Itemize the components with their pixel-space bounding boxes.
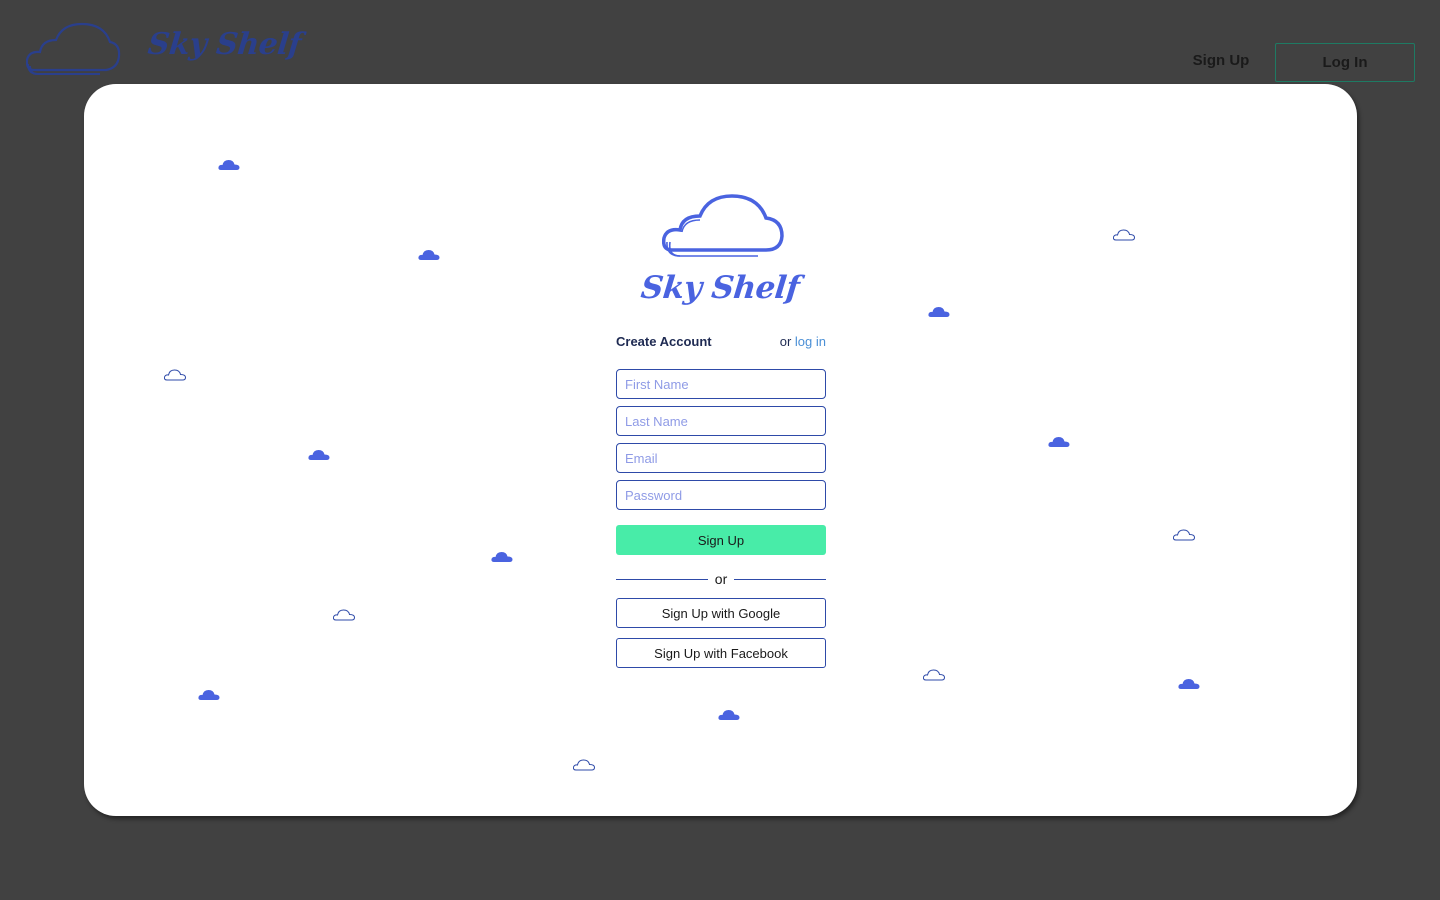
first-name-field[interactable] [616, 369, 826, 399]
cloud-filled-icon [1178, 679, 1200, 689]
nav-signup-button[interactable]: Sign Up [1176, 44, 1266, 78]
brand-name: Sky Shelf [146, 26, 303, 62]
cloud-outline-icon [333, 609, 355, 621]
cloud-outline-icon [164, 369, 186, 381]
signup-card: Sky Shelf Create Account or log in Sign … [84, 84, 1357, 816]
login-link[interactable]: log in [795, 334, 826, 349]
or-divider: or [616, 571, 827, 587]
last-name-field[interactable] [616, 406, 826, 436]
divider-text: or [714, 571, 728, 587]
cloud-outline-icon [1173, 529, 1195, 541]
email-field[interactable] [616, 443, 826, 473]
cloud-filled-icon [418, 250, 440, 260]
nav-login-button[interactable]: Log In [1275, 43, 1415, 82]
cloud-outline-icon [573, 759, 595, 771]
cloud-filled-icon [308, 450, 330, 460]
cloud-outline-icon [1113, 229, 1135, 241]
cloud-filled-icon [218, 160, 240, 170]
cloud-filled-icon [928, 307, 950, 317]
form-header: Create Account or log in [616, 334, 826, 354]
signup-button[interactable]: Sign Up [616, 525, 826, 555]
form-title: Create Account [616, 334, 712, 349]
cloud-outline-icon [923, 669, 945, 681]
signup-form: Create Account or log in Sign Up or Sign… [616, 334, 827, 668]
cloud-filled-icon [491, 552, 513, 562]
or-login-text: or log in [780, 334, 826, 349]
cloud-filled-icon [198, 690, 220, 700]
cloud-logo-icon [26, 22, 121, 75]
brand[interactable]: Sky Shelf [26, 18, 303, 78]
divider-line-right [734, 578, 827, 580]
google-signup-button[interactable]: Sign Up with Google [616, 598, 826, 628]
facebook-signup-button[interactable]: Sign Up with Facebook [616, 638, 826, 668]
password-field[interactable] [616, 480, 826, 510]
divider-line-left [616, 578, 708, 580]
hero-title: Sky Shelf [639, 270, 801, 306]
or-prefix: or [779, 334, 792, 349]
cloud-filled-icon [1048, 437, 1070, 447]
cloud-logo-icon [662, 194, 784, 257]
cloud-filled-icon [718, 710, 740, 720]
